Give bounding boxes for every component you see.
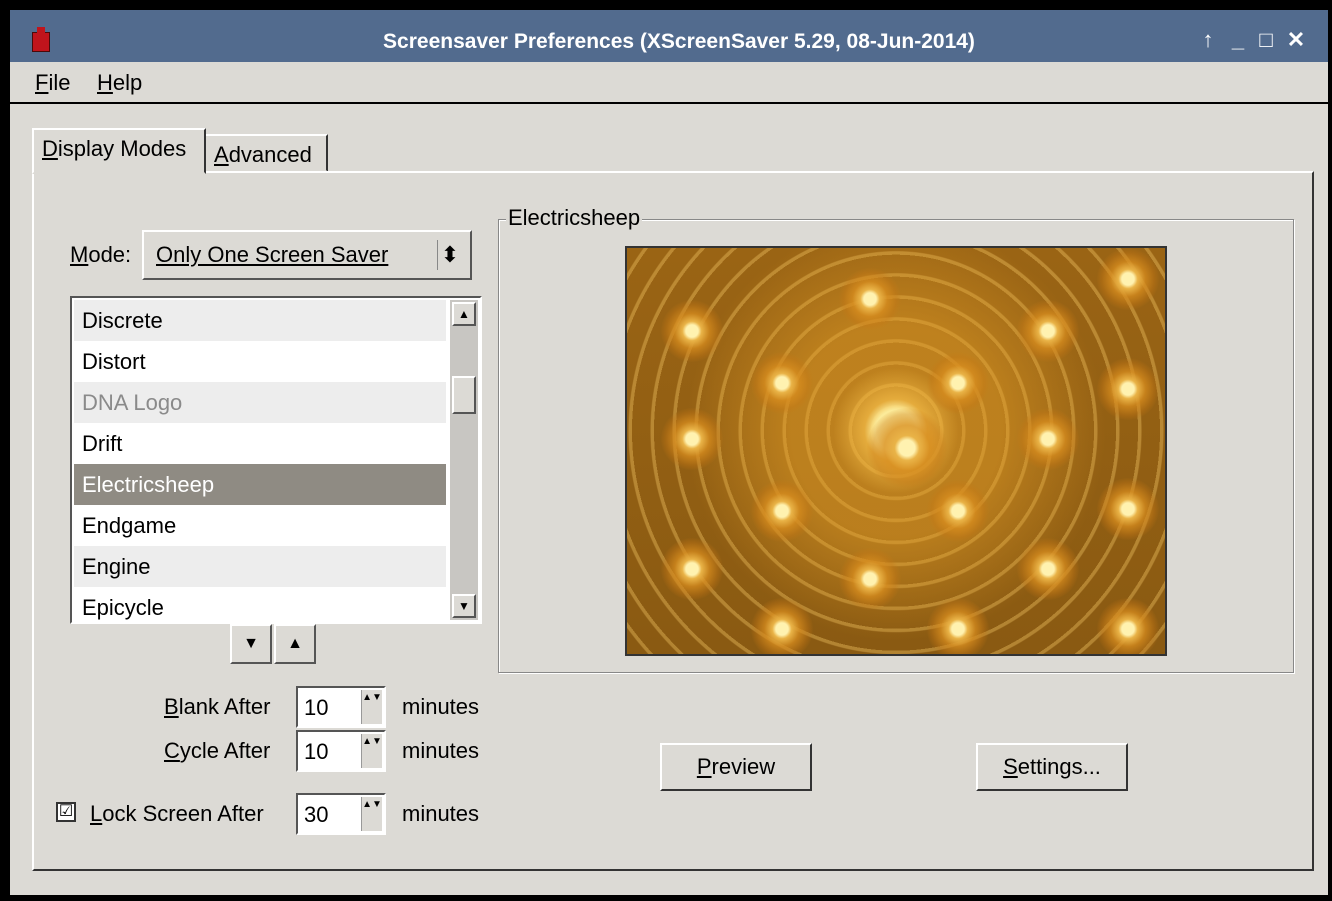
spin-icon[interactable]: ▲▼	[361, 690, 382, 724]
pattern-node	[751, 352, 813, 414]
pattern-node	[927, 480, 989, 542]
move-down-button[interactable]: ▼	[230, 624, 272, 664]
pattern-node	[751, 598, 813, 654]
tab-advanced-label: dvanced	[228, 142, 312, 167]
maximize-icon[interactable]: □	[1254, 27, 1278, 53]
blank-after-unit: minutes	[402, 694, 480, 719]
list-item-label: Discrete	[82, 308, 163, 333]
spin-icon[interactable]: ▲▼	[361, 797, 382, 831]
blank-after-label: Blank After	[164, 694, 270, 720]
pattern-node	[661, 408, 723, 470]
lock-screen-label[interactable]: Lock Screen After	[90, 801, 264, 827]
pattern-node	[927, 598, 989, 654]
cycle-after-label: Cycle After	[164, 738, 270, 764]
window-title: Screensaver Preferences (XScreenSaver 5.…	[383, 30, 975, 53]
list-item-label: Electricsheep	[82, 472, 215, 497]
pattern-center	[867, 408, 947, 488]
list-item-label: DNA Logo	[82, 390, 183, 415]
raise-icon[interactable]: ↑	[1196, 27, 1220, 53]
close-icon[interactable]: ✕	[1284, 27, 1308, 53]
pattern-node	[839, 548, 901, 610]
menu-file[interactable]: File	[35, 70, 70, 96]
menu-file-accel: F	[35, 70, 49, 95]
menu-help[interactable]: Help	[97, 70, 142, 96]
mode-label-accel: M	[70, 242, 89, 267]
preview-accel: P	[696, 754, 712, 779]
blank-after-value: 10	[304, 695, 329, 720]
list-item-label: Drift	[82, 431, 123, 456]
scroll-thumb[interactable]	[452, 376, 476, 414]
cycle-after-text: ycle After	[179, 738, 271, 763]
settings-button[interactable]: Settings...	[976, 743, 1128, 791]
mode-select-value: Only One Screen Saver	[156, 242, 389, 267]
tab-display-modes[interactable]: Display Modes	[32, 128, 206, 174]
main-window: Screensaver Preferences (XScreenSaver 5.…	[10, 10, 1328, 895]
pattern-node	[1097, 358, 1159, 420]
pattern-node	[927, 352, 989, 414]
settings-label: ettings...	[1017, 754, 1101, 779]
list-item-label: Engine	[82, 554, 151, 579]
move-up-button[interactable]: ▲	[274, 624, 316, 664]
menu-help-accel: H	[97, 70, 113, 95]
pattern-node	[1017, 408, 1079, 470]
preview-label: review	[711, 754, 776, 779]
pattern-node	[661, 538, 723, 600]
lock-screen-value: 30	[304, 802, 329, 827]
screensaver-preview	[625, 246, 1167, 656]
menu-bar: File Help	[10, 62, 1328, 104]
scroll-up-icon[interactable]: ▲	[452, 302, 476, 326]
scroll-down-icon[interactable]: ▼	[452, 594, 476, 618]
list-item[interactable]: Engine	[74, 546, 446, 587]
list-scrollbar[interactable]: ▲ ▼	[450, 300, 478, 620]
pattern-node	[1017, 538, 1079, 600]
spin-icon[interactable]: ▲▼	[361, 734, 382, 768]
screensaver-list[interactable]: Discrete Distort DNA Logo Drift Electric…	[70, 296, 482, 624]
list-item[interactable]: Endgame	[74, 505, 446, 546]
settings-accel: S	[1003, 754, 1018, 779]
tab-display-modes-label: isplay Modes	[57, 136, 187, 161]
minimize-icon[interactable]: _	[1226, 27, 1250, 53]
cycle-after-unit: minutes	[402, 738, 480, 763]
list-item[interactable]: Electricsheep	[74, 464, 446, 505]
pattern-node	[1097, 598, 1159, 654]
tab-advanced[interactable]: Advanced	[204, 134, 328, 172]
blank-after-field[interactable]: 10 ▲▼	[296, 686, 386, 728]
lock-screen-text: ock Screen After	[102, 801, 264, 826]
mode-label: Mode:	[70, 242, 131, 268]
list-item[interactable]: Drift	[74, 423, 446, 464]
blank-after-text: lank After	[178, 694, 271, 719]
pattern-node	[751, 480, 813, 542]
cycle-after-value: 10	[304, 739, 329, 764]
lock-screen-field[interactable]: 30 ▲▼	[296, 793, 386, 835]
list-item[interactable]: Distort	[74, 341, 446, 382]
list-item-label: Epicycle	[82, 595, 164, 620]
list-item-label: Endgame	[82, 513, 177, 538]
list-item-label: Distort	[82, 349, 146, 374]
pattern-node	[1097, 248, 1159, 310]
mode-select[interactable]: Only One Screen Saver ⬍	[142, 230, 472, 280]
menu-file-label: ile	[48, 70, 71, 95]
screensaver-list-rows: Discrete Distort DNA Logo Drift Electric…	[74, 300, 446, 622]
updown-icon: ⬍	[437, 240, 462, 270]
blank-after-accel: B	[164, 694, 179, 719]
pattern-node	[1017, 300, 1079, 362]
title-bar[interactable]: Screensaver Preferences (XScreenSaver 5.…	[10, 10, 1328, 62]
pattern-node	[661, 300, 723, 362]
list-item[interactable]: Epicycle	[74, 587, 446, 622]
mode-label-text: ode:	[88, 242, 132, 267]
lock-screen-unit: minutes	[402, 801, 480, 826]
cycle-after-accel: C	[164, 738, 180, 763]
lock-screen-accel: L	[90, 801, 103, 826]
menu-help-label: elp	[112, 70, 143, 95]
preview-frame-title: Electricsheep	[506, 205, 643, 231]
preview-button[interactable]: Preview	[660, 743, 812, 791]
cycle-after-field[interactable]: 10 ▲▼	[296, 730, 386, 772]
list-item[interactable]: DNA Logo	[74, 382, 446, 423]
tab-advanced-accel: A	[214, 142, 229, 167]
lock-screen-checkbox[interactable]: ☑	[56, 802, 76, 822]
pattern-node	[1097, 478, 1159, 540]
tab-display-modes-accel: D	[42, 136, 58, 161]
pattern-node	[839, 268, 901, 330]
list-item[interactable]: Discrete	[74, 300, 446, 341]
